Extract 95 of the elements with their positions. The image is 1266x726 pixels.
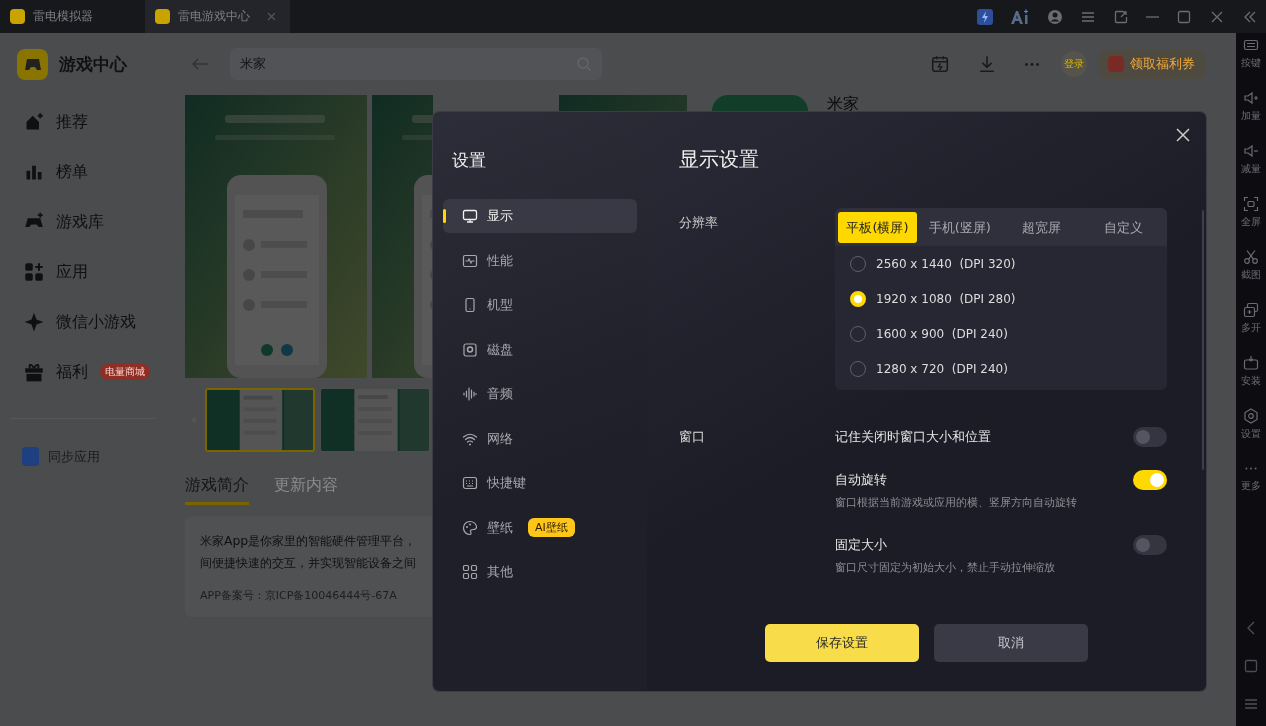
logo-icon	[10, 9, 25, 24]
minimize-icon[interactable]	[1146, 15, 1159, 18]
lightning-icon[interactable]	[977, 8, 993, 25]
ai-badge: AI壁纸	[528, 518, 575, 537]
content-tab[interactable]: 更新内容	[274, 475, 338, 505]
toolbar-button[interactable]: 安装	[1236, 351, 1266, 404]
settings-nav-item[interactable]: 性能	[443, 243, 637, 278]
download-icon	[978, 55, 996, 73]
device-tab[interactable]: 自定义	[1082, 212, 1164, 243]
promo-badge: 电量商城	[100, 364, 150, 380]
resolution-option: 2560 x 1440 (DPI 320)	[876, 256, 1016, 271]
sidebar-item[interactable]: 福利 电量商城	[17, 347, 156, 397]
apps-icon	[24, 262, 44, 282]
toolbar-button[interactable]: 截图	[1236, 245, 1266, 298]
window-tab[interactable]: 雷电游戏中心	[145, 0, 290, 33]
ai-icon[interactable]	[1010, 8, 1030, 25]
device-tab[interactable]: 手机(竖屏)	[919, 212, 1001, 243]
grid-icon	[462, 564, 478, 580]
sidebar-item[interactable]: 榜单	[17, 147, 94, 197]
toggle-label: 记住关闭时窗口大小和位置	[835, 428, 991, 446]
resolution-option: 1920 x 1080 (DPI 280)	[876, 291, 1016, 306]
toolbar-button[interactable]: 按键	[1236, 33, 1266, 86]
scissors-icon	[1243, 249, 1259, 265]
toggle-switch[interactable]	[1133, 427, 1167, 447]
volume-down-icon	[1243, 143, 1259, 159]
toggle-switch[interactable]	[1133, 470, 1167, 490]
settings-nav-item[interactable]: 磁盘	[443, 332, 637, 367]
monitor-icon	[462, 208, 478, 224]
waveform-icon	[462, 386, 478, 402]
device-tab[interactable]: 平板(横屏)	[838, 212, 917, 243]
description-text: 间便捷快速的交互，并实现智能设备之间	[200, 554, 416, 572]
fullscreen-icon	[1243, 196, 1259, 212]
section-heading: 显示设置	[679, 149, 760, 169]
description-text: 米家App是你家里的智能硬件管理平台，	[200, 532, 417, 550]
sidebar-item[interactable]: 应用	[17, 247, 94, 297]
toolbar-button[interactable]: 加量	[1236, 86, 1266, 139]
calendar-icon	[931, 55, 949, 73]
phone-icon	[462, 297, 478, 313]
settings-nav-item[interactable]: 显示	[443, 199, 637, 233]
close-button[interactable]	[1176, 128, 1190, 142]
screenshot-thumbnail[interactable]	[320, 388, 430, 452]
dialog-title: 设置	[452, 150, 487, 170]
search-field[interactable]: 米家	[230, 48, 602, 80]
settings-nav-item[interactable]: 壁纸 AI壁纸	[443, 510, 637, 545]
setting-label: 窗口	[679, 428, 706, 446]
setting-label: 分辨率	[679, 214, 719, 232]
app-name: 米家	[827, 95, 859, 112]
toggle-description: 窗口根据当前游戏或应用的横、竖屏方向自动旋转	[835, 495, 1078, 511]
diamond-icon	[24, 312, 44, 332]
toggle-label: 固定大小	[835, 536, 887, 554]
more-icon[interactable]	[1025, 62, 1039, 66]
keyboard-icon	[462, 475, 478, 491]
sidebar-item[interactable]: 微信小游戏	[17, 297, 142, 347]
toolbar-button[interactable]: 更多	[1236, 457, 1266, 510]
toggle-label: 自动旋转	[835, 471, 887, 489]
toolbar-button[interactable]: 减量	[1236, 139, 1266, 192]
volume-up-icon	[1243, 90, 1259, 106]
more-icon	[1245, 467, 1257, 470]
login-button[interactable]: 登录	[1061, 51, 1087, 77]
save-button[interactable]: 保存设置	[765, 624, 919, 662]
gamepad-logo-icon	[17, 48, 48, 80]
menu-icon	[1243, 696, 1259, 712]
screenshot-thumbnail[interactable]	[205, 388, 315, 452]
home-icon	[24, 112, 44, 132]
settings-nav-item[interactable]: 快捷键	[443, 466, 637, 500]
toolbar-button[interactable]: 设置	[1236, 404, 1266, 457]
toolbar-button[interactable]: 多开	[1236, 298, 1266, 351]
settings-nav-item[interactable]: 音频	[443, 377, 637, 411]
toolbar-button[interactable]: 全屏	[1236, 192, 1266, 245]
maximize-icon	[1176, 8, 1192, 25]
settings-nav-item[interactable]: 其他	[443, 555, 637, 589]
device-tab[interactable]: 超宽屏	[1000, 212, 1083, 243]
resolution-option: 1600 x 900 (DPI 240)	[876, 326, 1008, 341]
settings-nav-item[interactable]: 机型	[443, 288, 637, 322]
user-icon	[1047, 8, 1063, 25]
settings-nav-item[interactable]: 网络	[443, 421, 637, 456]
toggle-switch[interactable]	[1133, 535, 1167, 555]
cancel-button[interactable]: 取消	[934, 624, 1088, 662]
settings-icon	[1243, 408, 1259, 424]
app-title: 游戏中心	[59, 52, 127, 76]
home-square-icon	[1243, 658, 1259, 674]
window-icon	[1113, 8, 1129, 25]
coupon-button[interactable]: 领取福利券	[1100, 49, 1205, 79]
back-icon[interactable]	[190, 56, 210, 72]
sidebar-item[interactable]: 推荐	[17, 97, 94, 147]
windows-icon	[1243, 302, 1259, 318]
apk-icon	[1243, 355, 1259, 371]
palette-icon	[462, 519, 478, 536]
sidebar-item[interactable]: 游戏库	[17, 197, 110, 247]
close-icon[interactable]	[267, 12, 276, 21]
pulse-icon	[462, 252, 478, 269]
toggle-description: 窗口尺寸固定为初始大小，禁止手动拉伸缩放	[835, 560, 1056, 576]
window-tab[interactable]: 雷电模拟器	[0, 0, 145, 33]
keyboard-icon	[1243, 37, 1259, 53]
resolution-option: 1280 x 720 (DPI 240)	[876, 361, 1008, 376]
